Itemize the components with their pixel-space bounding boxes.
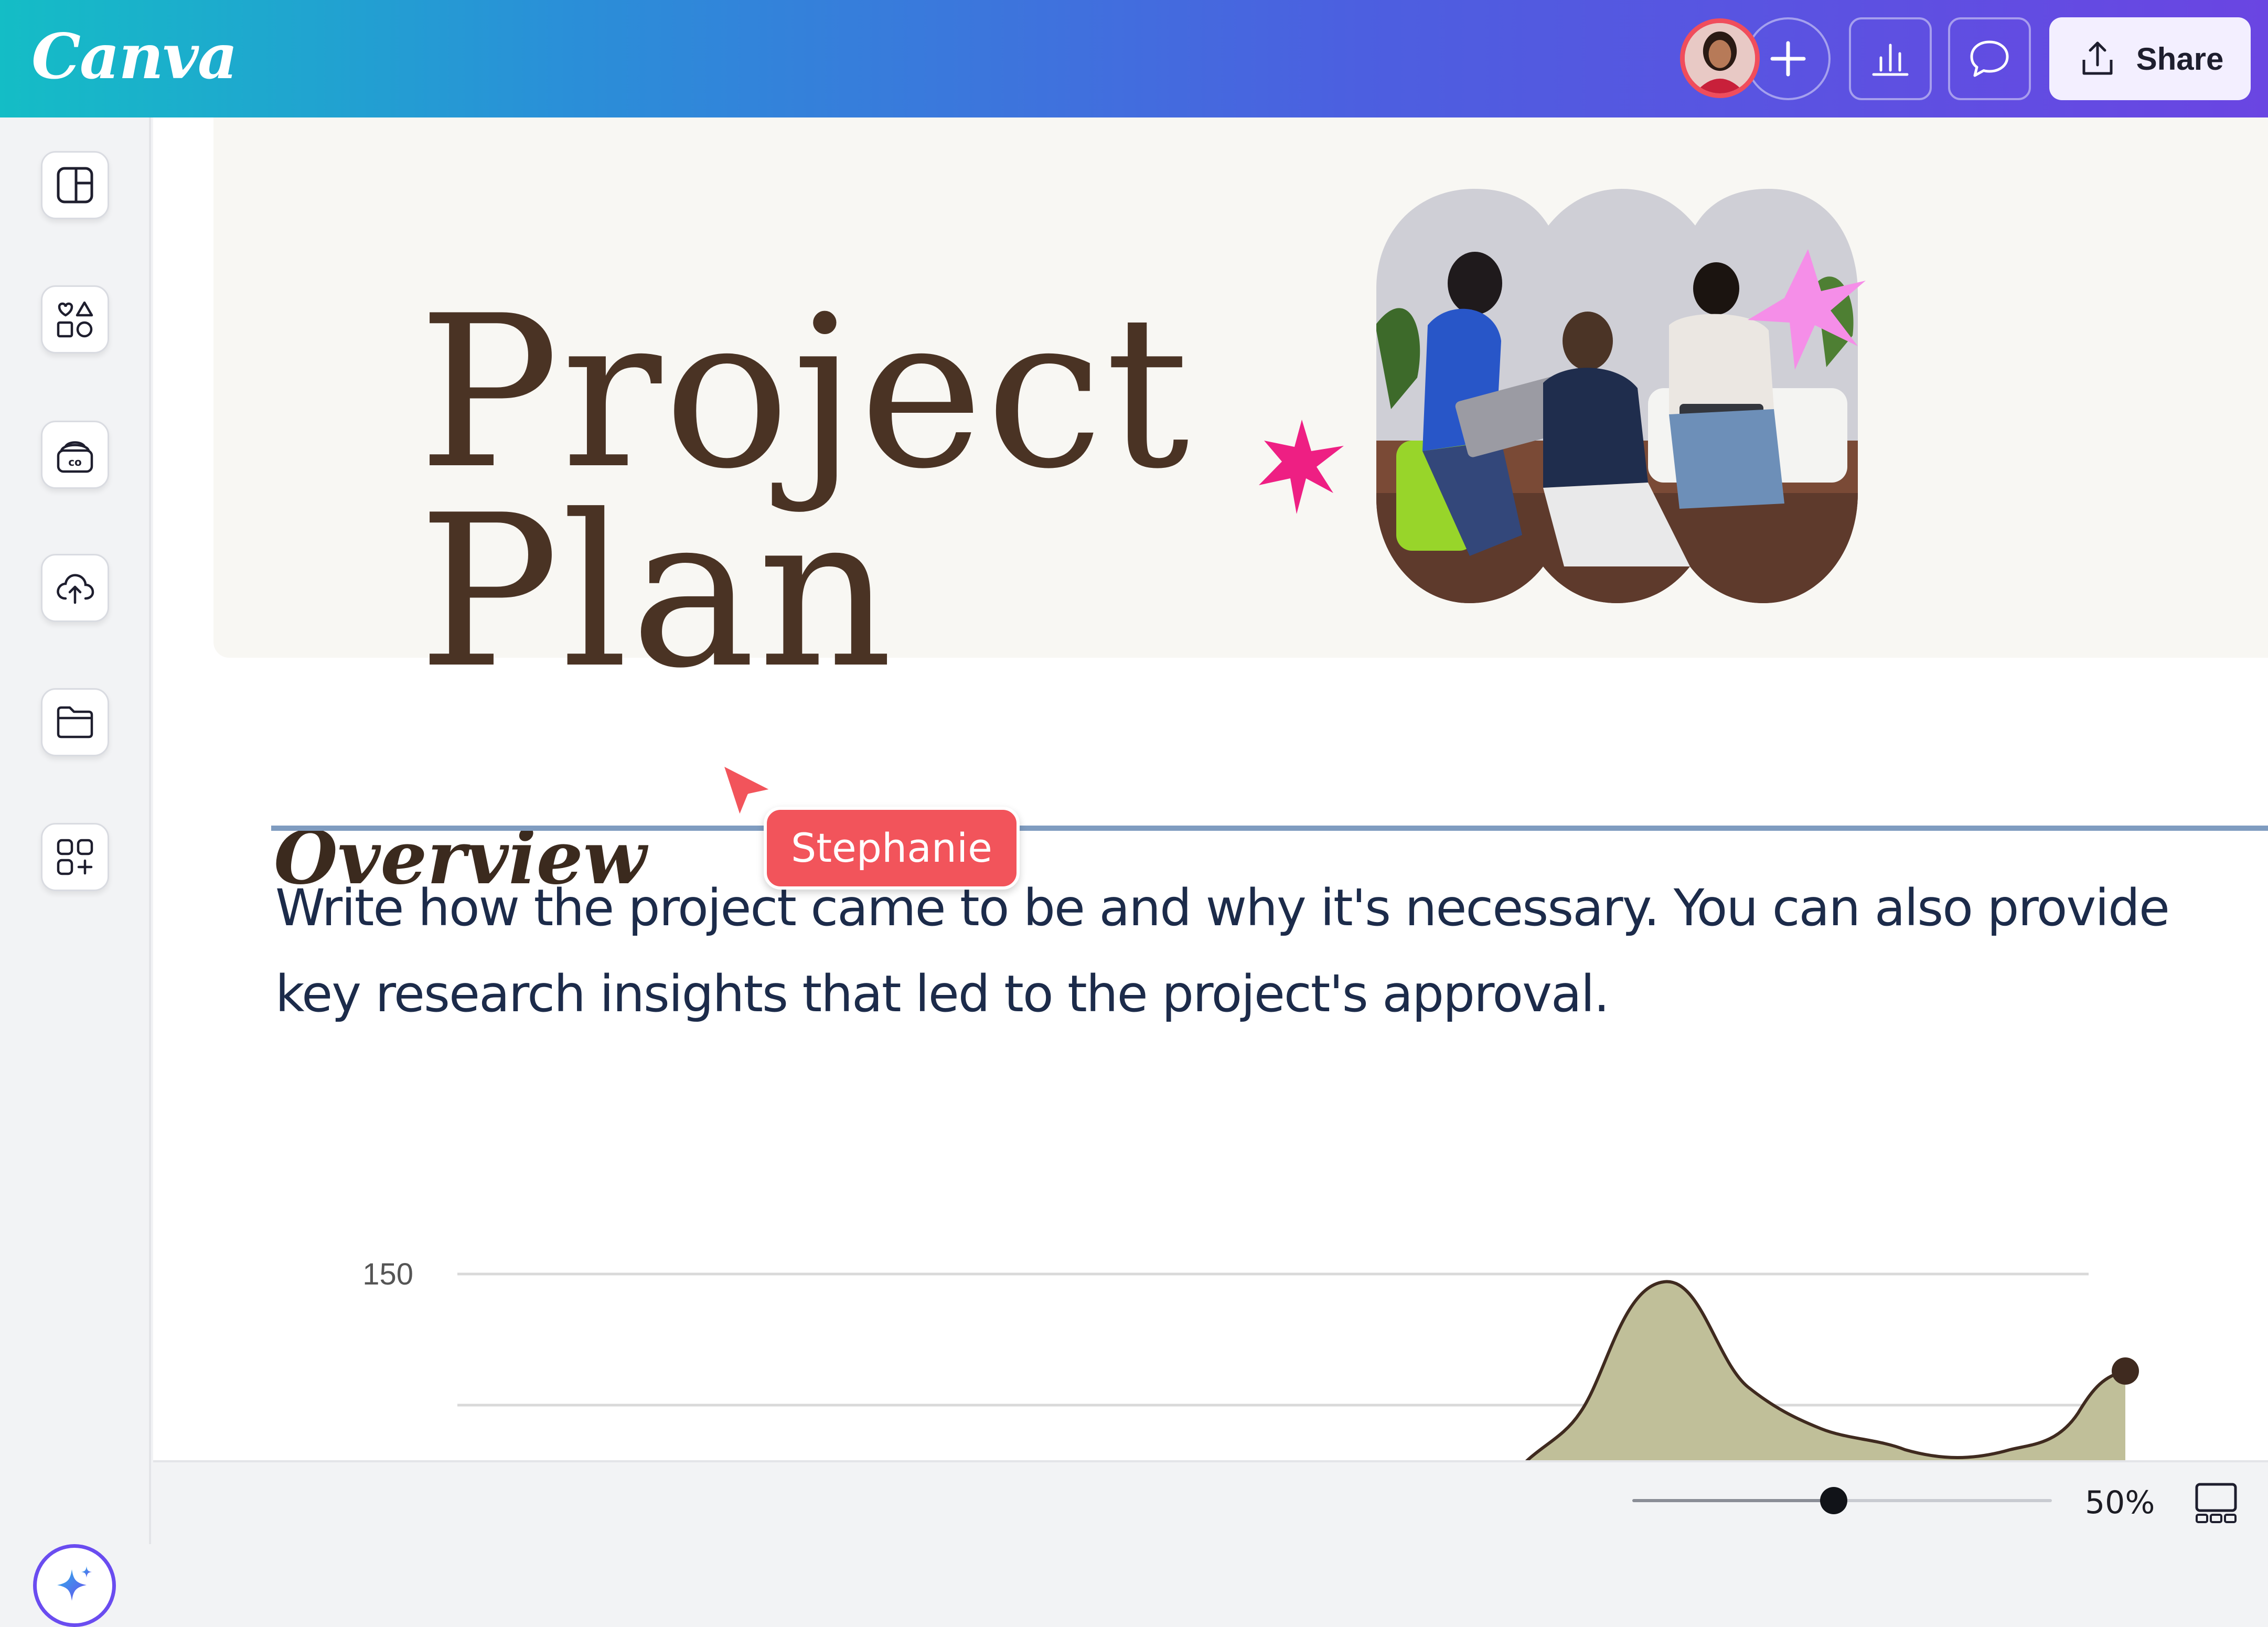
sidebar-item-design[interactable] (41, 151, 109, 219)
sidebar-item-projects[interactable] (41, 688, 109, 756)
sidebar-item-apps[interactable] (41, 823, 109, 891)
overview-body-text[interactable]: Write how the project came to be and why… (275, 865, 2268, 1037)
cloud-upload-icon (57, 574, 94, 604)
svg-text:co: co (68, 456, 82, 468)
sidebar-item-brand[interactable]: co (41, 421, 109, 489)
sidebar-item-elements[interactable] (41, 285, 109, 354)
section-divider (271, 826, 2268, 831)
top-bar: Canva Share (0, 0, 2268, 117)
y-tick-label: 150 (362, 1257, 413, 1291)
area-series-fill (1527, 1281, 2125, 1460)
page-layout-icon[interactable] (2192, 1479, 2240, 1526)
share-button[interactable]: Share (2049, 17, 2251, 100)
apps-icon (57, 839, 93, 875)
area-series-line (1525, 1280, 2126, 1460)
area-chart[interactable]: 150 200 (153, 1114, 2268, 1460)
share-label: Share (2136, 41, 2224, 77)
collaborator-name-tag: Stephanie (764, 807, 1020, 890)
zoom-fill (1632, 1499, 1834, 1502)
plus-icon (1770, 41, 1806, 77)
elements-shapes-icon (57, 301, 93, 338)
magenta-star-sticker (1259, 420, 1344, 514)
zoom-percentage[interactable]: 50% (2085, 1484, 2155, 1521)
team-photo[interactable] (1249, 168, 2199, 698)
comments-button[interactable] (1948, 17, 2031, 100)
title-line-1: Project (418, 271, 1192, 515)
sparkle-icon (57, 1566, 92, 1601)
brand-icon: co (57, 441, 93, 473)
bar-chart-icon (1872, 44, 1909, 76)
document-title[interactable]: Project Plan (418, 271, 1310, 714)
sidebar-item-uploads[interactable] (41, 554, 109, 622)
insights-button[interactable] (1849, 17, 1932, 100)
design-page[interactable]: Project Plan Overview Write how the proj… (153, 117, 2268, 1462)
speech-bubble-icon (1970, 40, 2009, 77)
design-panel-icon (57, 167, 93, 204)
canva-logo[interactable]: Canva (31, 15, 238, 99)
upload-icon (2082, 41, 2113, 75)
folder-icon (57, 706, 93, 738)
magic-assistant-button[interactable] (33, 1544, 116, 1627)
title-line-2: Plan (418, 470, 895, 714)
person-photo-icon (1685, 23, 1755, 93)
zoom-slider-thumb[interactable] (1820, 1487, 1847, 1514)
zoom-slider[interactable] (1632, 1487, 2052, 1514)
series-end-point (2112, 1357, 2139, 1385)
left-sidebar: co (0, 117, 151, 1627)
user-avatar[interactable] (1680, 18, 1760, 98)
